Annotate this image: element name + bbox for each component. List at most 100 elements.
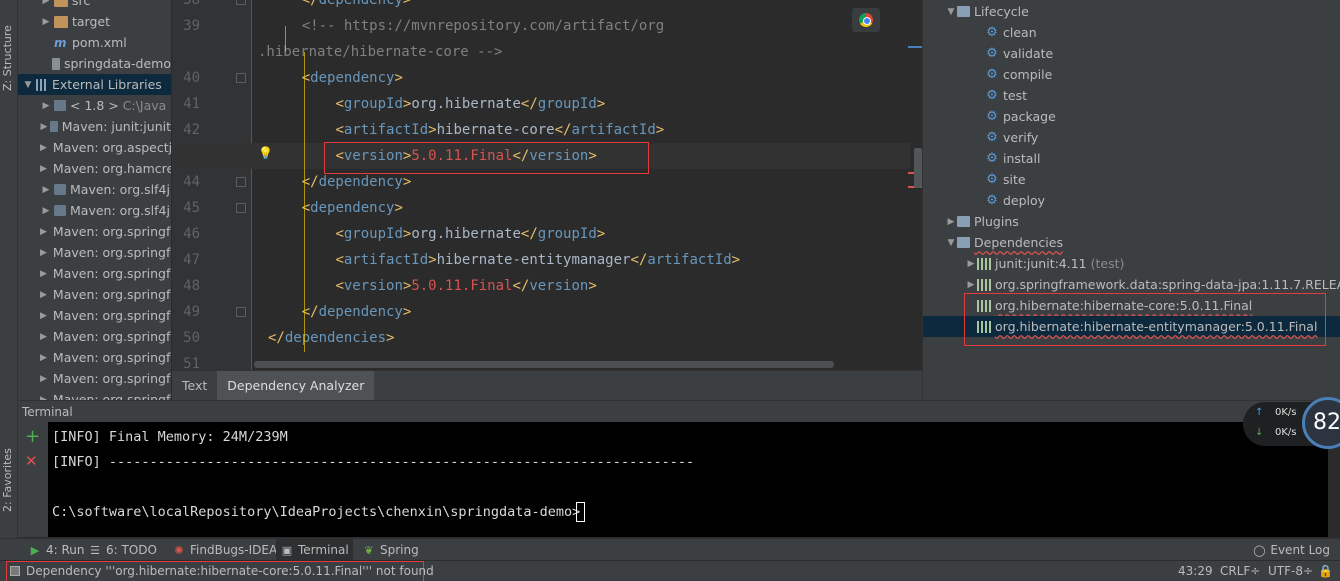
expand-arrow-icon[interactable]: ▶ xyxy=(965,280,977,290)
dependencies-node[interactable]: ▼ Dependencies xyxy=(945,232,1063,253)
tree-item[interactable]: ▶ src xyxy=(18,0,171,11)
lifecycle-goal-verify[interactable]: ⚙ verify xyxy=(985,127,1038,148)
lifecycle-goal-test[interactable]: ⚙ test xyxy=(985,85,1027,106)
fold-marker-icon[interactable] xyxy=(236,177,246,187)
tool-window-run[interactable]: ▶ 4: Run xyxy=(24,539,89,561)
fold-marker-icon[interactable] xyxy=(236,307,246,317)
code-line[interactable]: <dependency> xyxy=(268,195,403,221)
dependency-item[interactable]: ▶ junit:junit:4.11 (test) xyxy=(965,253,1125,274)
tree-item[interactable]: ▶Maven: org.springframework xyxy=(18,284,171,305)
plugins-node[interactable]: ▶ Plugins xyxy=(945,211,1019,232)
tool-window-findbugs[interactable]: ✺ FindBugs-IDEA xyxy=(168,539,281,561)
code-editor[interactable]: 3839404142434445464748495051 </dependenc… xyxy=(172,0,922,370)
tree-item[interactable]: ▶ Maven: org.slf4j xyxy=(18,179,171,200)
lightbulb-icon[interactable]: 💡 xyxy=(258,146,273,160)
lock-icon[interactable]: 🔒 xyxy=(1318,561,1333,581)
editor-vertical-scrollbar[interactable] xyxy=(914,148,922,188)
expand-arrow-icon[interactable]: ▶ xyxy=(40,101,52,111)
expand-arrow-icon[interactable]: ▶ xyxy=(40,185,52,195)
expand-arrow-icon[interactable]: ▶ xyxy=(40,164,47,174)
expand-arrow-icon[interactable]: ▶ xyxy=(40,353,47,363)
expand-arrow-icon[interactable]: ▶ xyxy=(40,311,47,321)
expand-arrow-icon[interactable]: ▼ xyxy=(945,238,957,248)
dependency-item[interactable]: ▶ org.springframework.data:spring-data-jp… xyxy=(965,274,1340,295)
code-line[interactable]: <artifactId>hibernate-entitymanager</art… xyxy=(268,247,740,273)
editor-horizontal-scrollbar[interactable] xyxy=(254,361,834,368)
lifecycle-goal-clean[interactable]: ⚙ clean xyxy=(985,22,1036,43)
tree-item-label: External Libraries xyxy=(52,77,162,92)
code-line[interactable]: <groupId>org.hibernate</groupId> xyxy=(268,221,605,247)
status-indicator-icon[interactable] xyxy=(10,566,20,576)
tool-window-spring[interactable]: ❦ Spring xyxy=(358,539,423,561)
tree-item[interactable]: ▶Maven: org.springframework xyxy=(18,326,171,347)
tree-item[interactable]: ▶Maven: org.springframework xyxy=(18,389,171,400)
expand-arrow-icon[interactable]: ▶ xyxy=(40,248,47,258)
tool-window-todo[interactable]: ☰ 6: TODO xyxy=(84,539,161,561)
lifecycle-goal-install[interactable]: ⚙ install xyxy=(985,148,1040,169)
expand-arrow-icon[interactable]: ▼ xyxy=(22,80,34,90)
file-encoding[interactable]: UTF-8÷ xyxy=(1268,561,1313,581)
expand-arrow-icon[interactable]: ▶ xyxy=(40,332,47,342)
lifecycle-goal-site[interactable]: ⚙ site xyxy=(985,169,1025,190)
lifecycle-node[interactable]: ▼ Lifecycle xyxy=(945,1,1029,22)
code-line[interactable]: <artifactId>hibernate-core</artifactId> xyxy=(268,117,664,143)
code-line[interactable]: .hibernate/hibernate-core --> xyxy=(258,39,502,65)
expand-arrow-icon[interactable]: ▶ xyxy=(40,374,47,384)
expand-arrow-icon[interactable]: ▶ xyxy=(40,143,47,153)
tree-item[interactable]: ▶Maven: org.springframework xyxy=(18,263,171,284)
expand-arrow-icon[interactable]: ▶ xyxy=(40,290,47,300)
code-line[interactable]: <dependency> xyxy=(268,65,403,91)
expand-arrow-icon[interactable]: ▶ xyxy=(40,0,52,6)
fold-marker-icon[interactable] xyxy=(236,0,246,5)
status-message[interactable]: Dependency '''org.hibernate:hibernate-co… xyxy=(26,561,434,581)
tree-item[interactable]: ▼ External Libraries xyxy=(18,74,171,95)
code-line[interactable]: </dependency> xyxy=(268,0,412,13)
caret-position[interactable]: 43:29 xyxy=(1178,561,1213,581)
fold-marker-icon[interactable] xyxy=(236,73,246,83)
tab-dependency-analyzer[interactable]: Dependency Analyzer xyxy=(217,371,375,400)
code-line[interactable]: <groupId>org.hibernate</groupId> xyxy=(268,91,605,117)
lifecycle-goal-compile[interactable]: ⚙ compile xyxy=(985,64,1052,85)
chrome-preview-button[interactable] xyxy=(852,8,880,32)
tool-window-terminal[interactable]: ▣ Terminal xyxy=(276,539,353,561)
line-separator[interactable]: CRLF÷ xyxy=(1220,561,1260,581)
favorites-tool-tab[interactable]: 2: Favorites xyxy=(1,440,17,520)
new-session-button[interactable]: + xyxy=(25,426,40,447)
tree-item[interactable]: ▶ Maven: org.hamcrest xyxy=(18,158,171,179)
lifecycle-goal-validate[interactable]: ⚙ validate xyxy=(985,43,1053,64)
tree-item-label: Maven: org.slf4j xyxy=(70,203,170,218)
expand-arrow-icon[interactable]: ▶ xyxy=(40,17,52,27)
event-log-button[interactable]: ◯ Event Log xyxy=(1252,539,1330,561)
tree-item[interactable]: ▶ < 1.8 > C:\Java xyxy=(18,95,171,116)
tree-item[interactable]: m pom.xml xyxy=(18,32,171,53)
expand-arrow-icon[interactable]: ▶ xyxy=(40,206,52,216)
tree-item[interactable]: ▶ Maven: org.aspectj xyxy=(18,137,171,158)
tree-item[interactable]: ▶Maven: org.springframework xyxy=(18,305,171,326)
code-line[interactable]: <version>5.0.11.Final</version> xyxy=(268,273,596,299)
lifecycle-goal-package[interactable]: ⚙ package xyxy=(985,106,1056,127)
tree-item[interactable]: ▶Maven: org.springframework xyxy=(18,221,171,242)
terminal-output[interactable]: [INFO] Final Memory: 24M/239M [INFO] ----… xyxy=(48,422,1328,537)
tree-item[interactable]: springdata-demo xyxy=(18,53,171,74)
tree-item[interactable]: ▶ target xyxy=(18,11,171,32)
lifecycle-goal-deploy[interactable]: ⚙ deploy xyxy=(985,190,1045,211)
expand-arrow-icon[interactable]: ▶ xyxy=(40,227,47,237)
code-line[interactable]: </dependency> xyxy=(268,299,412,325)
code-line[interactable]: </dependencies> xyxy=(268,325,394,351)
expand-arrow-icon[interactable]: ▶ xyxy=(40,269,47,279)
tree-item[interactable]: ▶Maven: org.springframework xyxy=(18,242,171,263)
expand-arrow-icon[interactable]: ▶ xyxy=(965,259,977,269)
tree-item[interactable]: ▶ Maven: junit:junit xyxy=(18,116,171,137)
expand-arrow-icon[interactable]: ▼ xyxy=(945,7,957,17)
close-session-button[interactable]: ✕ xyxy=(25,452,38,470)
expand-arrow-icon[interactable]: ▶ xyxy=(40,122,48,132)
tree-item[interactable]: ▶ Maven: org.slf4j xyxy=(18,200,171,221)
expand-arrow-icon[interactable]: ▶ xyxy=(945,217,957,227)
tree-item[interactable]: ▶Maven: org.springframework xyxy=(18,368,171,389)
tab-text[interactable]: Text xyxy=(172,371,217,400)
fold-marker-icon[interactable] xyxy=(236,203,246,213)
structure-tool-tab[interactable]: Z: Structure xyxy=(1,18,17,98)
code-line[interactable]: <!-- https://mvnrepository.com/artifact/… xyxy=(268,13,664,39)
tree-item[interactable]: ▶Maven: org.springframework xyxy=(18,347,171,368)
